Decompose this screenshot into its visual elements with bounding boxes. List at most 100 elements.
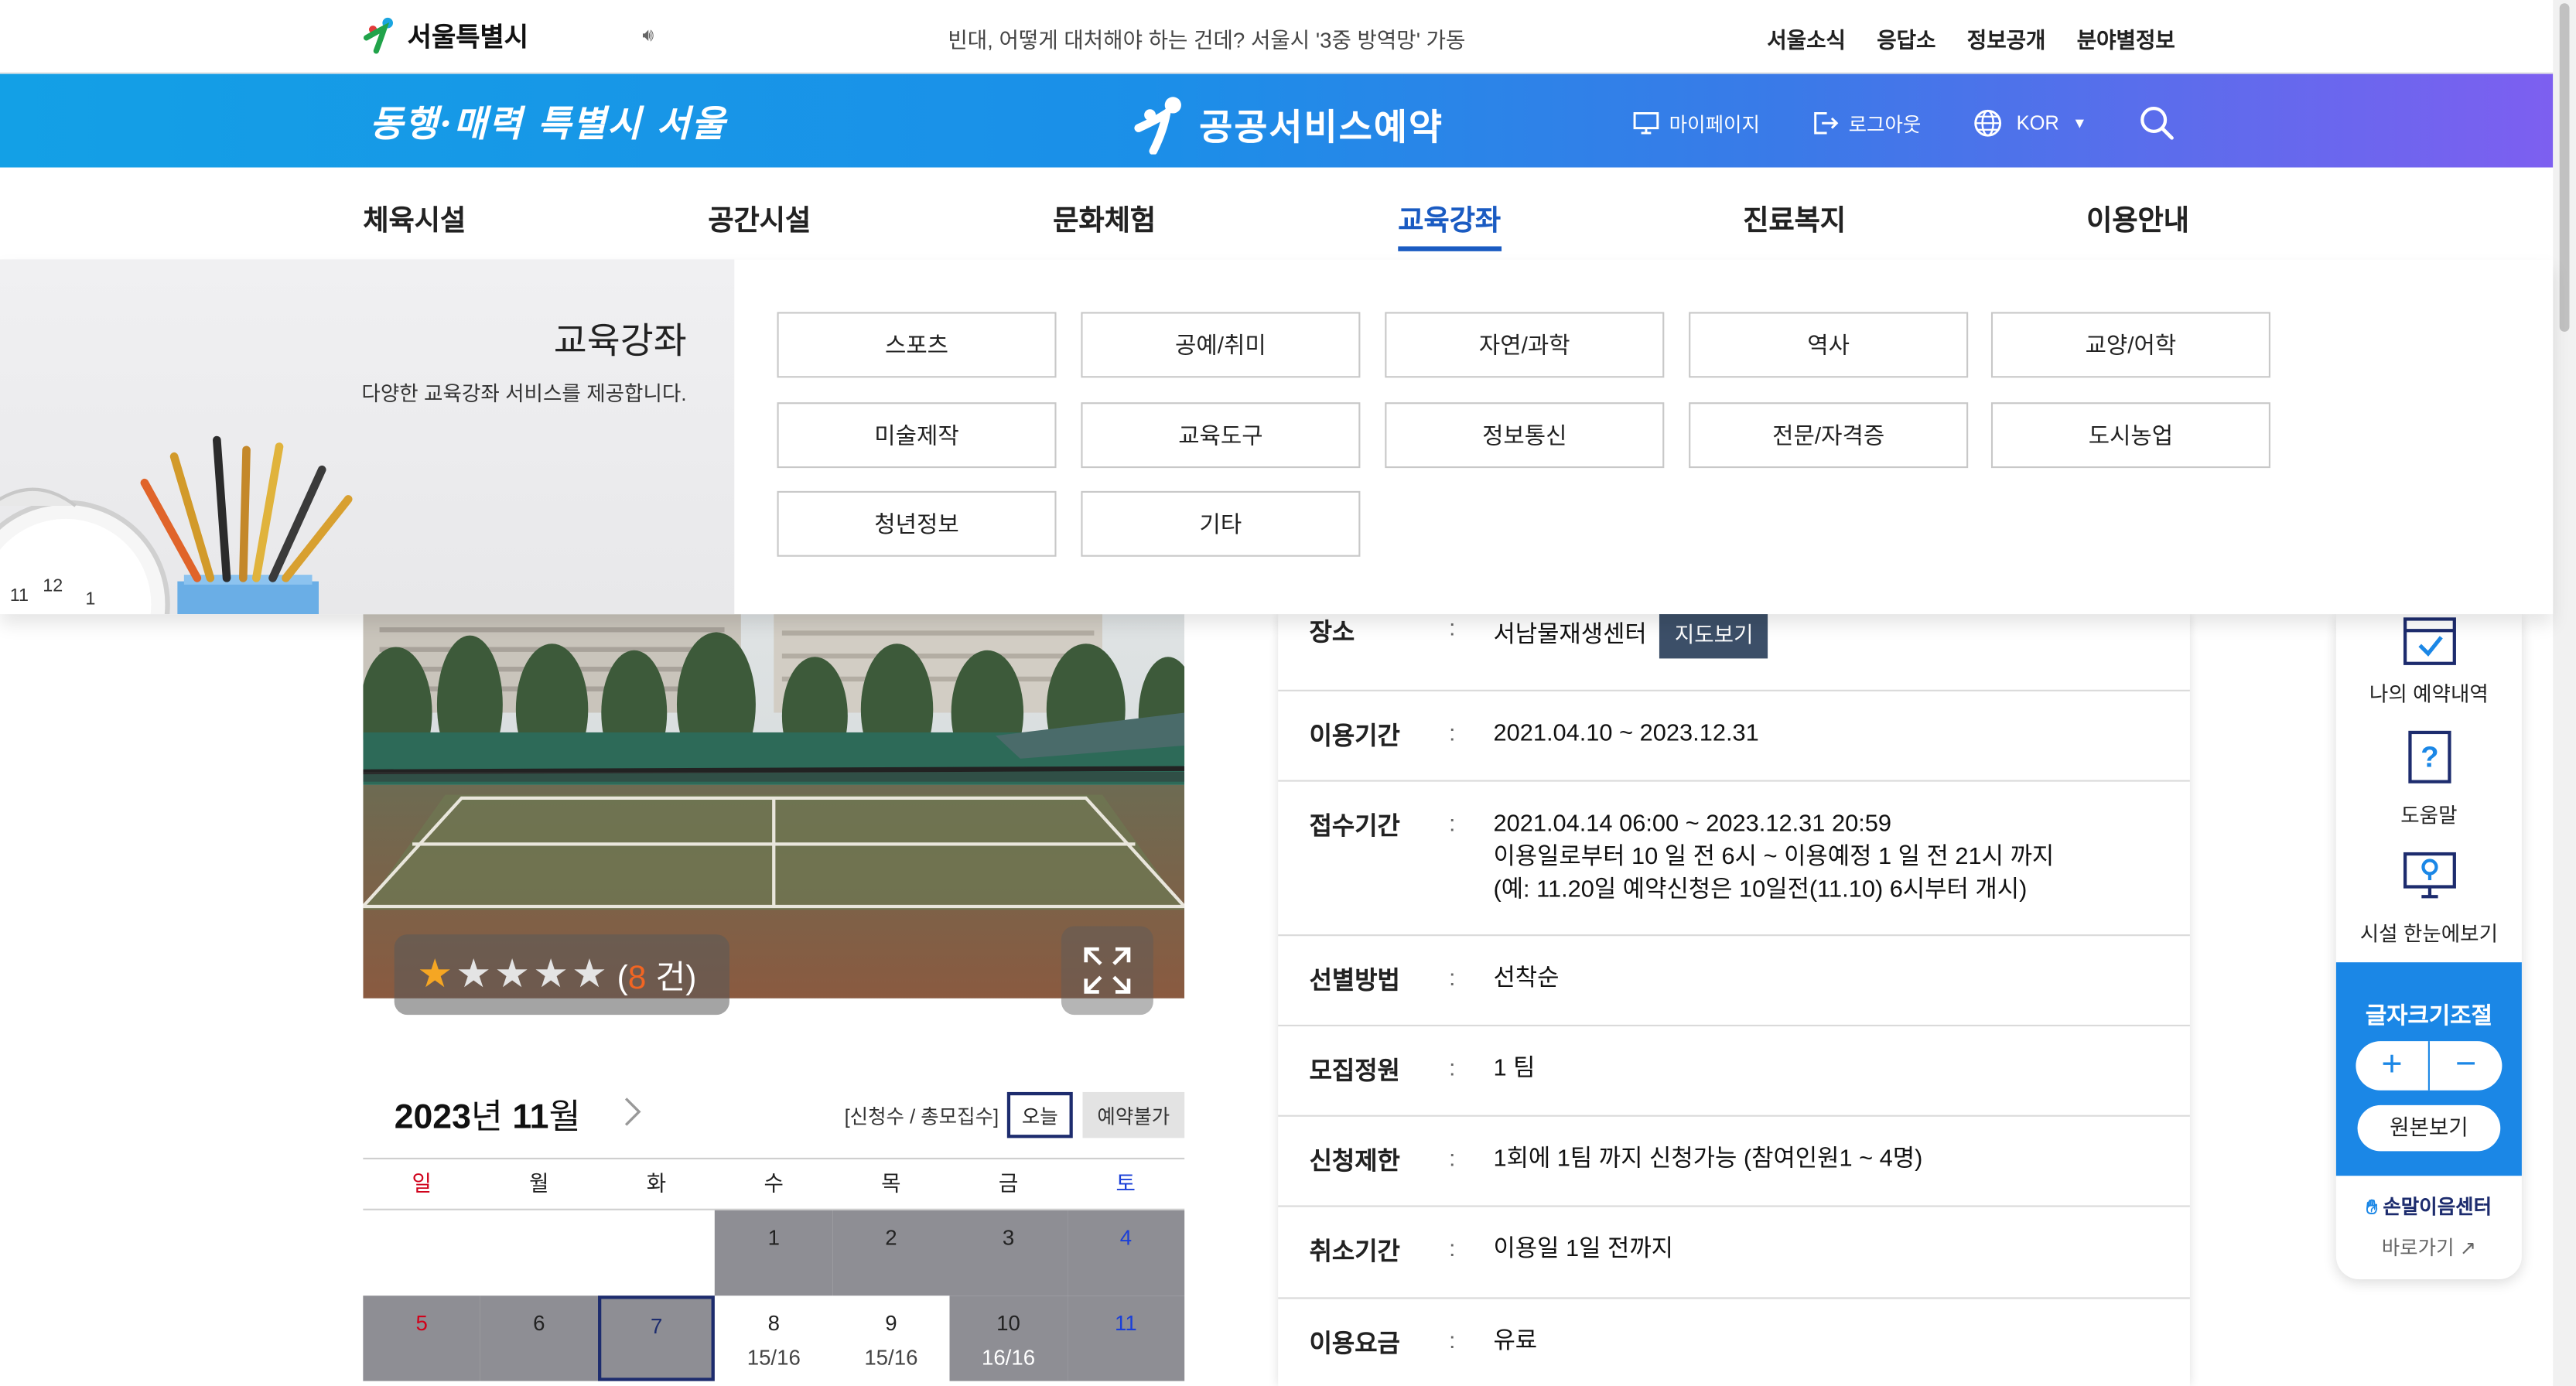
- language-selector[interactable]: KOR ▼: [1973, 108, 2087, 138]
- vertical-scrollbar[interactable]: [2553, 0, 2576, 1386]
- header-bar: 동행·매력 특별시 서울 공공서비스예약 마이페이지 로그아웃 KOR ▼: [0, 73, 2554, 168]
- news-ticker[interactable]: 빈대, 어떻게 대처해야 하는 건데? 서울시 '3중 방역망' 가동: [948, 23, 1465, 54]
- category-history[interactable]: 역사: [1689, 312, 1969, 378]
- calendar-day-empty: [598, 1210, 716, 1296]
- map-pin-monitor-icon: [2402, 852, 2455, 899]
- original-size-button[interactable]: 원본보기: [2357, 1104, 2501, 1152]
- monitor-icon: [1633, 112, 1659, 135]
- sign-language-center-link[interactable]: ✋︎ 손말이음센터 바로가기 ↗︎: [2336, 1192, 2522, 1261]
- info-colon: :: [1449, 809, 1456, 836]
- star-empty-icon: ★: [533, 951, 569, 996]
- nav-education-courses[interactable]: 교육강좌: [1398, 197, 1501, 251]
- link-seoul-news[interactable]: 서울소식: [1767, 23, 1846, 54]
- info-value: 1 팀: [1493, 1056, 1536, 1083]
- calendar-day: 11: [1067, 1296, 1185, 1381]
- font-increase-button[interactable]: +: [2356, 1041, 2427, 1091]
- nav-culture-experience[interactable]: 문화체험: [1053, 197, 1156, 238]
- category-urban-farming[interactable]: 도시농업: [1990, 402, 2270, 469]
- language-label: KOR: [2016, 111, 2059, 135]
- font-decrease-button[interactable]: −: [2430, 1041, 2502, 1091]
- seoul-logo-icon: [363, 17, 393, 54]
- info-value: 선착순: [1493, 965, 1560, 992]
- category-liberal-language[interactable]: 교양/어학: [1990, 312, 2270, 378]
- application-count: 15/16: [746, 1344, 801, 1370]
- mypage-link[interactable]: 마이페이지: [1633, 109, 1760, 137]
- info-value-location: 서남물재생센터 지도보기: [1493, 612, 1768, 659]
- top-links: 서울소식 응답소 정보공개 분야별정보: [1767, 23, 2175, 54]
- external-link-icon: ↗︎: [2459, 1236, 2477, 1260]
- calendar-day-available[interactable]: 9 15/16: [832, 1296, 950, 1381]
- application-count: 16/16: [981, 1344, 1036, 1370]
- category-sports[interactable]: 스포츠: [777, 312, 1057, 378]
- my-reservations-link[interactable]: 나의 예약내역: [2336, 614, 2522, 708]
- expand-icon: [1084, 947, 1131, 994]
- chevron-right-icon[interactable]: [621, 1095, 644, 1128]
- service-logo[interactable]: 공공서비스예약: [1133, 95, 1443, 155]
- map-button[interactable]: 지도보기: [1659, 612, 1768, 659]
- seoul-slogan[interactable]: 동행·매력 특별시 서울: [370, 95, 726, 148]
- category-it[interactable]: 정보통신: [1385, 402, 1665, 469]
- category-etc[interactable]: 기타: [1081, 490, 1361, 557]
- page: 서울특별시 🔊︎ 빈대, 어떻게 대처해야 하는 건데? 서울시 '3중 방역망…: [0, 0, 2576, 1386]
- nav-usage-guide[interactable]: 이용안내: [2086, 197, 2189, 238]
- link-eungdapso[interactable]: 응답소: [1877, 23, 1935, 54]
- category-youth-info[interactable]: 청년정보: [777, 490, 1057, 557]
- service-logo-icon: [1134, 97, 1181, 155]
- header-links: 마이페이지 로그아웃 KOR ▼: [1633, 105, 2175, 142]
- star-filled-icon: ★: [417, 951, 453, 996]
- info-label: 접수기간: [1309, 812, 1400, 842]
- sign-language-center-label: ✋︎ 손말이음센터: [2366, 1195, 2492, 1219]
- hand-icon: ✋︎: [2366, 1195, 2378, 1219]
- link-info-disclosure[interactable]: 정보공개: [1967, 23, 2046, 54]
- help-label: 도움말: [2400, 804, 2458, 828]
- link-field-info[interactable]: 분야별정보: [2077, 23, 2175, 54]
- calendar-day: 1: [715, 1210, 833, 1296]
- nav-medical-welfare[interactable]: 진료복지: [1743, 197, 1846, 238]
- info-row-reception: 접수기간 : 2021.04.14 06:00 ~ 2023.12.31 20:…: [1278, 782, 2190, 937]
- speaker-icon[interactable]: 🔊︎: [642, 26, 654, 48]
- calendar-day: 5: [363, 1296, 481, 1381]
- today-button[interactable]: 오늘: [1006, 1091, 1073, 1138]
- nav-sports-facilities[interactable]: 체육시설: [363, 197, 466, 238]
- globe-icon: [1975, 109, 2002, 137]
- info-value: 2021.04.10 ~ 2023.12.31: [1493, 721, 1759, 748]
- caret-down-icon: ▼: [2072, 114, 2087, 131]
- info-colon: :: [1449, 1054, 1456, 1081]
- logout-link[interactable]: 로그아웃: [1812, 109, 1922, 137]
- calendar-day-empty: [480, 1210, 598, 1296]
- category-nature-science[interactable]: 자연/과학: [1385, 312, 1665, 378]
- svg-text:1: 1: [85, 588, 95, 608]
- logout-label: 로그아웃: [1848, 112, 1922, 136]
- info-label: 신청제한: [1309, 1148, 1400, 1176]
- rating-badge[interactable]: ★ ★ ★ ★ ★ (8 건): [394, 934, 729, 1016]
- go-link: 바로가기 ↗︎: [2381, 1236, 2477, 1260]
- mega-menu-banner: 12 11 1 교육강좌 다양한 교육강좌 서비스를 제공합니다.: [0, 259, 735, 615]
- seoul-logo[interactable]: 서울특별시: [361, 15, 528, 54]
- calendar-day: 3: [949, 1210, 1068, 1296]
- info-row-period: 이용기간 : 2021.04.10 ~ 2023.12.31: [1278, 691, 2190, 782]
- facility-info-table: 장소 : 서남물재생센터 지도보기 이용기간 : 2021.04.10 ~ 202…: [1278, 612, 2190, 1386]
- info-value: 2021.04.14 06:00 ~ 2023.12.31 20:59 이용일로부…: [1493, 811, 2055, 903]
- scrollbar-thumb[interactable]: [2559, 3, 2570, 332]
- weekday-fri: 금: [998, 1170, 1019, 1196]
- facility-overview-link[interactable]: 시설 한눈에보기: [2336, 848, 2522, 948]
- fullscreen-button[interactable]: [1061, 926, 1153, 1016]
- info-colon: :: [1449, 719, 1456, 746]
- weekday-mon: 월: [529, 1170, 549, 1196]
- info-colon: :: [1449, 614, 1456, 641]
- svg-text:?: ?: [2420, 741, 2438, 774]
- category-crafts-hobby[interactable]: 공예/취미: [1081, 312, 1361, 378]
- category-art-making[interactable]: 미술제작: [777, 402, 1057, 469]
- font-size-label: 글자크기조절: [2365, 1002, 2492, 1029]
- mega-menu: 12 11 1 교육강좌 다양한 교육강좌 서비스를 제공합니다. 스포츠 공예…: [0, 259, 2554, 615]
- logout-icon: [1814, 112, 1839, 135]
- info-row-capacity: 모집정원 : 1 팀: [1278, 1026, 2190, 1117]
- mypage-label: 마이페이지: [1669, 112, 1760, 136]
- category-professional-cert[interactable]: 전문/자격증: [1689, 402, 1969, 469]
- nav-space-facilities[interactable]: 공간시설: [708, 197, 811, 238]
- calendar-day-available[interactable]: 8 15/16: [715, 1296, 832, 1381]
- calendar-day: 2: [832, 1210, 950, 1296]
- help-link[interactable]: ? 도움말: [2336, 729, 2522, 830]
- search-icon[interactable]: [2140, 105, 2176, 142]
- category-education-tools[interactable]: 교육도구: [1081, 402, 1361, 469]
